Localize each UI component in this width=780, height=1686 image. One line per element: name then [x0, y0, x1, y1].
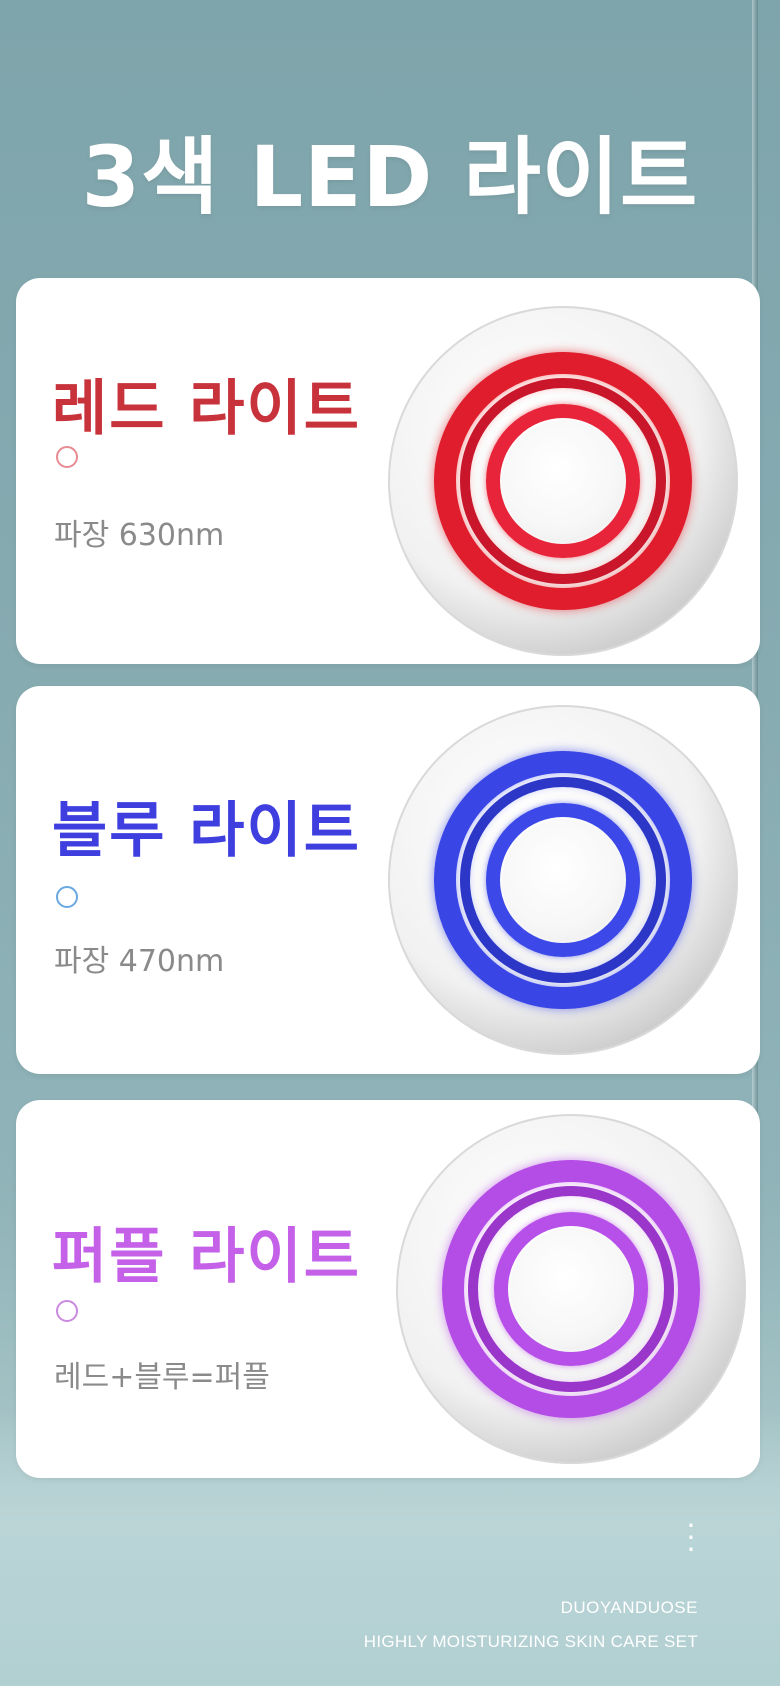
purple-light-card: 퍼플 라이트 레드+블루=퍼플: [16, 1100, 760, 1478]
blue-dot-icon: [56, 886, 78, 908]
vertical-dots-icon: · · ·: [686, 1509, 696, 1566]
blue-led-ring-icon: [388, 705, 738, 1055]
page-title: 3색 LED 라이트: [81, 128, 699, 226]
red-led-ring-icon: [388, 306, 738, 656]
brand-name: DUOYANDUOSE: [560, 1598, 698, 1617]
purple-light-description: 레드+블루=퍼플: [54, 1360, 270, 1395]
blue-light-wavelength: 파장 470nm: [54, 944, 225, 979]
purple-light-title: 퍼플 라이트: [52, 1222, 361, 1292]
brand-tagline: HIGHLY MOISTURIZING SKIN CARE SET: [363, 1632, 698, 1651]
red-light-title: 레드 라이트: [52, 374, 361, 444]
purple-dot-icon: [56, 1300, 78, 1322]
red-dot-icon: [56, 446, 78, 468]
blue-light-title: 블루 라이트: [52, 796, 361, 866]
red-light-card: 레드 라이트 파장 630nm: [16, 278, 760, 664]
purple-led-ring-icon: [396, 1114, 746, 1464]
blue-light-card: 블루 라이트 파장 470nm: [16, 686, 760, 1074]
red-light-wavelength: 파장 630nm: [54, 518, 225, 553]
